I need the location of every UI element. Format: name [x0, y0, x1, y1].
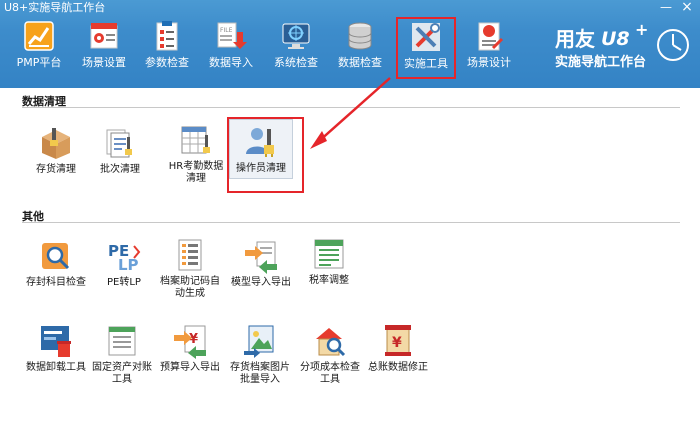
toolbar-data-check[interactable]: 数据检查 — [328, 18, 392, 74]
item-data-uninstall[interactable]: 数据卸载工具 — [21, 323, 91, 374]
item-image-batch-import[interactable]: 存货档案图片批量导入 — [225, 323, 295, 386]
database-icon — [348, 22, 372, 50]
brand-name: 用友 — [555, 27, 595, 51]
toolbar-impl-tools[interactable]: 实施工具 — [396, 17, 456, 79]
brand-version: U8 — [601, 28, 630, 50]
section-divider — [22, 222, 680, 223]
item-fixed-asset-reconcile[interactable]: 固定资产对账工具 — [87, 323, 157, 386]
toolbar-label: 场景设计 — [467, 56, 511, 69]
item-label: 总账数据修正 — [368, 362, 428, 373]
item-label: 存货档案图片批量导入 — [230, 362, 290, 385]
item-label: 存封科目检查 — [26, 277, 86, 288]
item-cost-check[interactable]: 分项成本检查工具 — [295, 323, 365, 386]
monitor-check-icon — [282, 23, 310, 49]
data-uninstall-icon — [41, 326, 71, 357]
workbench-window: U8+实施导航工作台 — × PMP平台 场景设置 参数检查 FILE 数据导入… — [0, 0, 700, 439]
toolbar-scene-settings[interactable]: 场景设置 — [72, 18, 136, 74]
toolbar-param-check[interactable]: 参数检查 — [135, 18, 199, 74]
brand-subtitle: 实施导航工作台 — [555, 54, 646, 70]
design-icon — [478, 22, 504, 51]
asset-reconcile-icon — [108, 326, 136, 356]
item-model-transfer[interactable]: 模型导入导出 — [226, 238, 296, 289]
batch-document-icon — [106, 129, 132, 158]
svg-text:¥: ¥ — [189, 332, 198, 347]
item-operator-cleanup[interactable]: 操作员清理 — [226, 124, 296, 175]
item-label: 批次清理 — [100, 164, 140, 175]
item-label: PE转LP — [107, 277, 141, 288]
item-inventory-cleanup[interactable]: 存货清理 — [21, 125, 91, 176]
toolbar-label: 参数检查 — [145, 56, 189, 69]
toolbar-label: 系统检查 — [274, 56, 318, 69]
minimize-button[interactable]: — — [656, 0, 676, 14]
svg-text:LP: LP — [118, 256, 139, 274]
toolbar-data-import[interactable]: FILE 数据导入 — [199, 18, 263, 74]
tools-icon — [412, 23, 440, 51]
clock-icon — [657, 29, 689, 61]
item-batch-cleanup[interactable]: 批次清理 — [85, 125, 155, 176]
item-label: HR考勤数据清理 — [168, 161, 224, 184]
pe-lp-icon: PE LP — [108, 242, 141, 274]
item-hr-attendance-cleanup[interactable]: HR考勤数据清理 — [156, 122, 236, 185]
budget-transfer-icon: ¥ — [174, 325, 206, 359]
item-label: 档案助记码自动生成 — [160, 276, 220, 299]
toolbar: U8+实施导航工作台 — × PMP平台 场景设置 参数检查 FILE 数据导入… — [0, 0, 700, 88]
bar-chart-icon — [24, 21, 54, 51]
box-search-icon — [42, 243, 70, 270]
item-pe-to-lp[interactable]: PE LP PE转LP — [89, 238, 159, 289]
item-label: 预算导入导出 — [160, 362, 220, 373]
item-label: 操作员清理 — [236, 163, 286, 174]
item-label: 税率调整 — [309, 275, 349, 286]
operator-brush-icon — [246, 128, 274, 157]
ledger-fix-icon: ¥ — [385, 325, 411, 356]
item-label: 分项成本检查工具 — [300, 362, 360, 385]
section-divider — [22, 107, 680, 108]
toolbar-label: 数据导入 — [209, 56, 253, 69]
toolbar-scene-design[interactable]: 场景设计 — [457, 18, 521, 74]
item-label: 数据卸载工具 — [26, 362, 86, 373]
item-mnemonic-generate[interactable]: 档案助记码自动生成 — [155, 237, 225, 300]
item-ledger-fix[interactable]: ¥ 总账数据修正 — [363, 323, 433, 374]
item-budget-transfer[interactable]: ¥ 预算导入导出 — [155, 323, 225, 374]
tax-rate-icon — [314, 239, 344, 269]
toolbar-label: 场景设置 — [82, 56, 126, 69]
toolbar-system-check[interactable]: 系统检查 — [264, 18, 328, 74]
item-label: 存货清理 — [36, 164, 76, 175]
svg-text:¥: ¥ — [392, 335, 402, 351]
window-title: U8+实施导航工作台 — [4, 1, 106, 14]
brand-mark: 用友 U8 + 实施导航工作台 — [555, 20, 689, 70]
list-generate-icon — [178, 239, 202, 271]
item-tax-rate[interactable]: 税率调整 — [294, 236, 364, 287]
image-import-icon — [244, 325, 274, 358]
item-label: 模型导入导出 — [231, 277, 291, 288]
item-label: 固定资产对账工具 — [92, 362, 152, 385]
table-brush-icon — [181, 126, 210, 154]
item-account-check[interactable]: 存封科目检查 — [21, 238, 91, 289]
scene-settings-icon — [90, 23, 118, 49]
toolbar-label: 数据检查 — [338, 56, 382, 69]
toolbar-pmp[interactable]: PMP平台 — [7, 18, 71, 74]
checklist-icon — [156, 21, 178, 51]
svg-text:FILE: FILE — [220, 27, 233, 34]
brand-plus: + — [635, 20, 648, 39]
file-import-icon: FILE — [217, 22, 247, 49]
close-button[interactable]: × — [677, 0, 697, 14]
cost-check-icon — [316, 328, 346, 357]
inventory-box-icon — [42, 128, 70, 159]
toolbar-label: 实施工具 — [404, 57, 448, 70]
brand-logo: 用友 U8 + 实施导航工作台 — [553, 20, 693, 76]
model-transfer-icon — [245, 241, 277, 274]
toolbar-label: PMP平台 — [16, 56, 62, 69]
